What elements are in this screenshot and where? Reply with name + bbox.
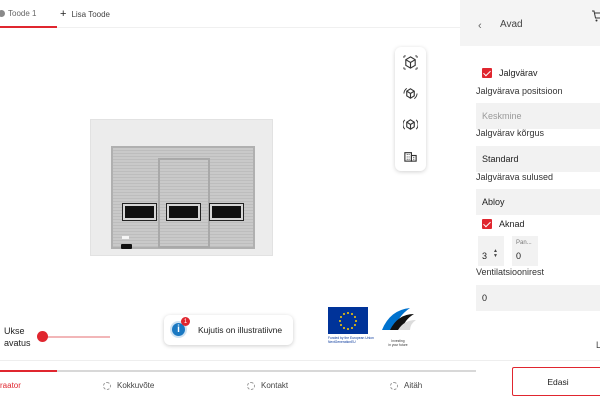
panel-number-value: 0 [516,251,522,261]
jalgvarav-label: Jalgvärav [499,68,538,78]
tab-label: Toode 1 [8,8,37,18]
garage-door-illustration [111,146,255,249]
slider-thumb[interactable] [37,331,48,342]
tab-label: Lisa Toode [71,9,110,19]
step-dot-icon [390,381,398,390]
lock-select[interactable]: Abloy [476,189,600,215]
ee-caption: in your future [388,343,408,347]
step-summary[interactable]: Kokkuvõte [103,381,154,390]
door-window [166,203,201,221]
door-window [209,203,244,221]
progress-fill [0,370,58,372]
building-icon[interactable] [403,148,418,163]
cube-rotate-icon[interactable] [403,86,418,101]
windows-label: Aknad [499,219,525,229]
eu-funding-logo: Funded by the European Union NextGenerat… [328,307,374,347]
position-label: Jalgvärava positsioon [476,86,563,96]
position-select[interactable]: Keskmine [476,103,600,129]
plus-icon: + [60,8,67,20]
tab-product-1[interactable]: Toode 1 [0,0,57,28]
height-label: Jalgvärav kõrgus [476,128,545,138]
tab-bar: Toode 1 + Lisa Toode [0,0,460,28]
step-label: Kontakt [261,381,289,390]
window-count-stepper[interactable]: 3 ▲ ▼ [478,236,504,266]
step-label: raator [0,381,21,390]
door-window [122,203,157,221]
panel-header: ‹ Avad [460,0,600,46]
door-handle [121,244,132,249]
info-text: Kujutis on illustratiivne [198,325,283,335]
add-product-tab[interactable]: + Lisa Toode [60,0,110,28]
cube-side-icon[interactable] [403,117,418,132]
step-dot-icon [103,381,111,390]
estonia-flag-swoosh-icon [382,308,416,330]
panel-title: Avad [500,19,523,30]
next-button[interactable]: Edasi [512,367,600,396]
view-tools [395,47,426,171]
vent-select[interactable]: 0 [476,285,600,311]
window-count-value: 3 [482,251,488,261]
cube-front-icon[interactable] [403,55,418,70]
estonia-logo: Investing in your future [380,306,416,348]
step-contact[interactable]: Kontakt [247,381,288,390]
step-configurator[interactable]: raator [0,381,21,390]
panel-number-field[interactable]: Pan... 0 [512,236,538,266]
illustration-info[interactable]: i 1 Kujutis on illustratiivne [164,315,293,345]
gear-icon [0,9,5,17]
step-dot-icon [247,381,255,390]
eu-caption: NextGenerationEU [328,340,356,344]
wicket-door [158,158,210,248]
step-thanks[interactable]: Aitäh [390,381,422,390]
stepper-arrows-icon[interactable]: ▲ ▼ [493,249,498,259]
door-opening-slider[interactable] [42,336,110,338]
handle-plate [122,236,129,239]
step-label: Kokkuvõte [117,381,155,390]
jalgvarav-checkbox[interactable] [482,68,492,78]
step-label: Aitäh [404,381,423,390]
bottom-bar [0,360,600,403]
panel-cut-text: L [596,340,600,350]
cart-icon[interactable] [592,10,600,22]
vent-label: Ventilatsioonirest [476,267,545,277]
eu-flag-icon [328,307,368,334]
notification-badge: 1 [181,317,190,326]
windows-checkbox[interactable] [482,219,492,229]
panel-number-label: Pan... [516,240,532,246]
height-select[interactable]: Standard [476,146,600,172]
back-icon[interactable]: ‹ [478,20,482,32]
progress-bar [0,370,476,372]
door-opening-label: Ukse avatus [4,326,31,348]
lock-label: Jalgvärava sulused [476,172,554,182]
